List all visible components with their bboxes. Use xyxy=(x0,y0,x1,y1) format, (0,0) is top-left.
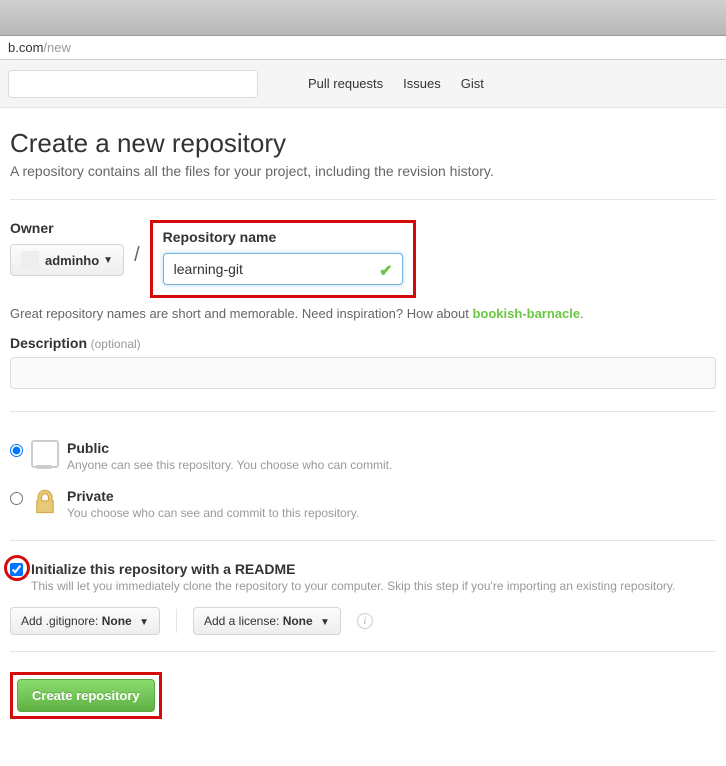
main-content: Create a new repository A repository con… xyxy=(0,108,726,739)
nav-issues[interactable]: Issues xyxy=(403,76,441,91)
create-button-highlight: Create repository xyxy=(10,672,162,719)
init-readme-row[interactable]: Initialize this repository with a README… xyxy=(10,561,716,593)
browser-chrome xyxy=(0,0,726,36)
header-nav: Pull requests Issues Gist xyxy=(0,60,726,108)
help-icon[interactable]: i xyxy=(357,613,373,629)
gitignore-prefix: Add .gitignore: xyxy=(21,614,102,628)
create-repository-button[interactable]: Create repository xyxy=(17,679,155,712)
gitignore-value: None xyxy=(102,614,132,628)
name-suggestion-link[interactable]: bookish-barnacle xyxy=(472,306,580,321)
nav-links: Pull requests Issues Gist xyxy=(308,76,484,91)
owner-column: Owner adminho ▼ xyxy=(10,220,124,276)
repo-name-label: Repository name xyxy=(163,229,403,245)
checkmark-icon: ✔ xyxy=(379,261,392,281)
page-subtitle: A repository contains all the files for … xyxy=(10,163,716,179)
nav-pull-requests[interactable]: Pull requests xyxy=(308,76,383,91)
repo-public-icon xyxy=(31,440,59,468)
divider xyxy=(10,199,716,200)
owner-label: Owner xyxy=(10,220,124,236)
avatar xyxy=(21,251,39,269)
repo-column-highlight: Repository name ✔ xyxy=(150,220,416,298)
page-title: Create a new repository xyxy=(10,128,716,159)
lock-icon xyxy=(31,488,59,516)
name-hint: Great repository names are short and mem… xyxy=(10,306,716,321)
license-select[interactable]: Add a license: None ▼ xyxy=(193,607,341,635)
caret-down-icon: ▼ xyxy=(139,617,149,628)
search-input[interactable] xyxy=(8,70,258,98)
nav-gist[interactable]: Gist xyxy=(461,76,484,91)
hint-prefix: Great repository names are short and mem… xyxy=(10,306,472,321)
owner-name: adminho xyxy=(45,253,99,268)
caret-down-icon: ▼ xyxy=(103,255,113,266)
url-host: b.com xyxy=(8,40,43,55)
private-label: Private xyxy=(67,488,359,504)
visibility-private-row[interactable]: Private You choose who can see and commi… xyxy=(10,480,716,528)
visibility-public-row[interactable]: Public Anyone can see this repository. Y… xyxy=(10,432,716,480)
owner-repo-row: Owner adminho ▼ / Repository name ✔ xyxy=(10,220,716,298)
description-input[interactable] xyxy=(10,357,716,389)
init-label: Initialize this repository with a README xyxy=(31,561,675,577)
init-readme-checkbox[interactable] xyxy=(10,563,23,576)
init-desc: This will let you immediately clone the … xyxy=(31,579,675,593)
repo-name-input[interactable] xyxy=(163,253,403,285)
divider xyxy=(10,540,716,541)
url-path: /new xyxy=(43,40,70,55)
slash-separator: / xyxy=(132,220,142,267)
owner-select[interactable]: adminho ▼ xyxy=(10,244,124,276)
optional-text: (optional) xyxy=(91,337,141,351)
repo-input-wrap: ✔ xyxy=(163,253,403,285)
gitignore-select[interactable]: Add .gitignore: None ▼ xyxy=(10,607,160,635)
vertical-separator xyxy=(176,609,177,633)
description-section: Description (optional) xyxy=(10,335,716,399)
public-radio[interactable] xyxy=(10,444,23,457)
hint-suffix: . xyxy=(580,306,584,321)
license-value: None xyxy=(283,614,313,628)
public-desc: Anyone can see this repository. You choo… xyxy=(67,458,392,472)
license-prefix: Add a license: xyxy=(204,614,283,628)
divider xyxy=(10,651,716,652)
caret-down-icon: ▼ xyxy=(320,617,330,628)
url-bar[interactable]: b.com/new xyxy=(0,36,726,60)
divider xyxy=(10,411,716,412)
private-desc: You choose who can see and commit to thi… xyxy=(67,506,359,520)
description-label: Description xyxy=(10,335,87,351)
private-radio[interactable] xyxy=(10,492,23,505)
options-row: Add .gitignore: None ▼ Add a license: No… xyxy=(10,607,716,635)
public-label: Public xyxy=(67,440,392,456)
